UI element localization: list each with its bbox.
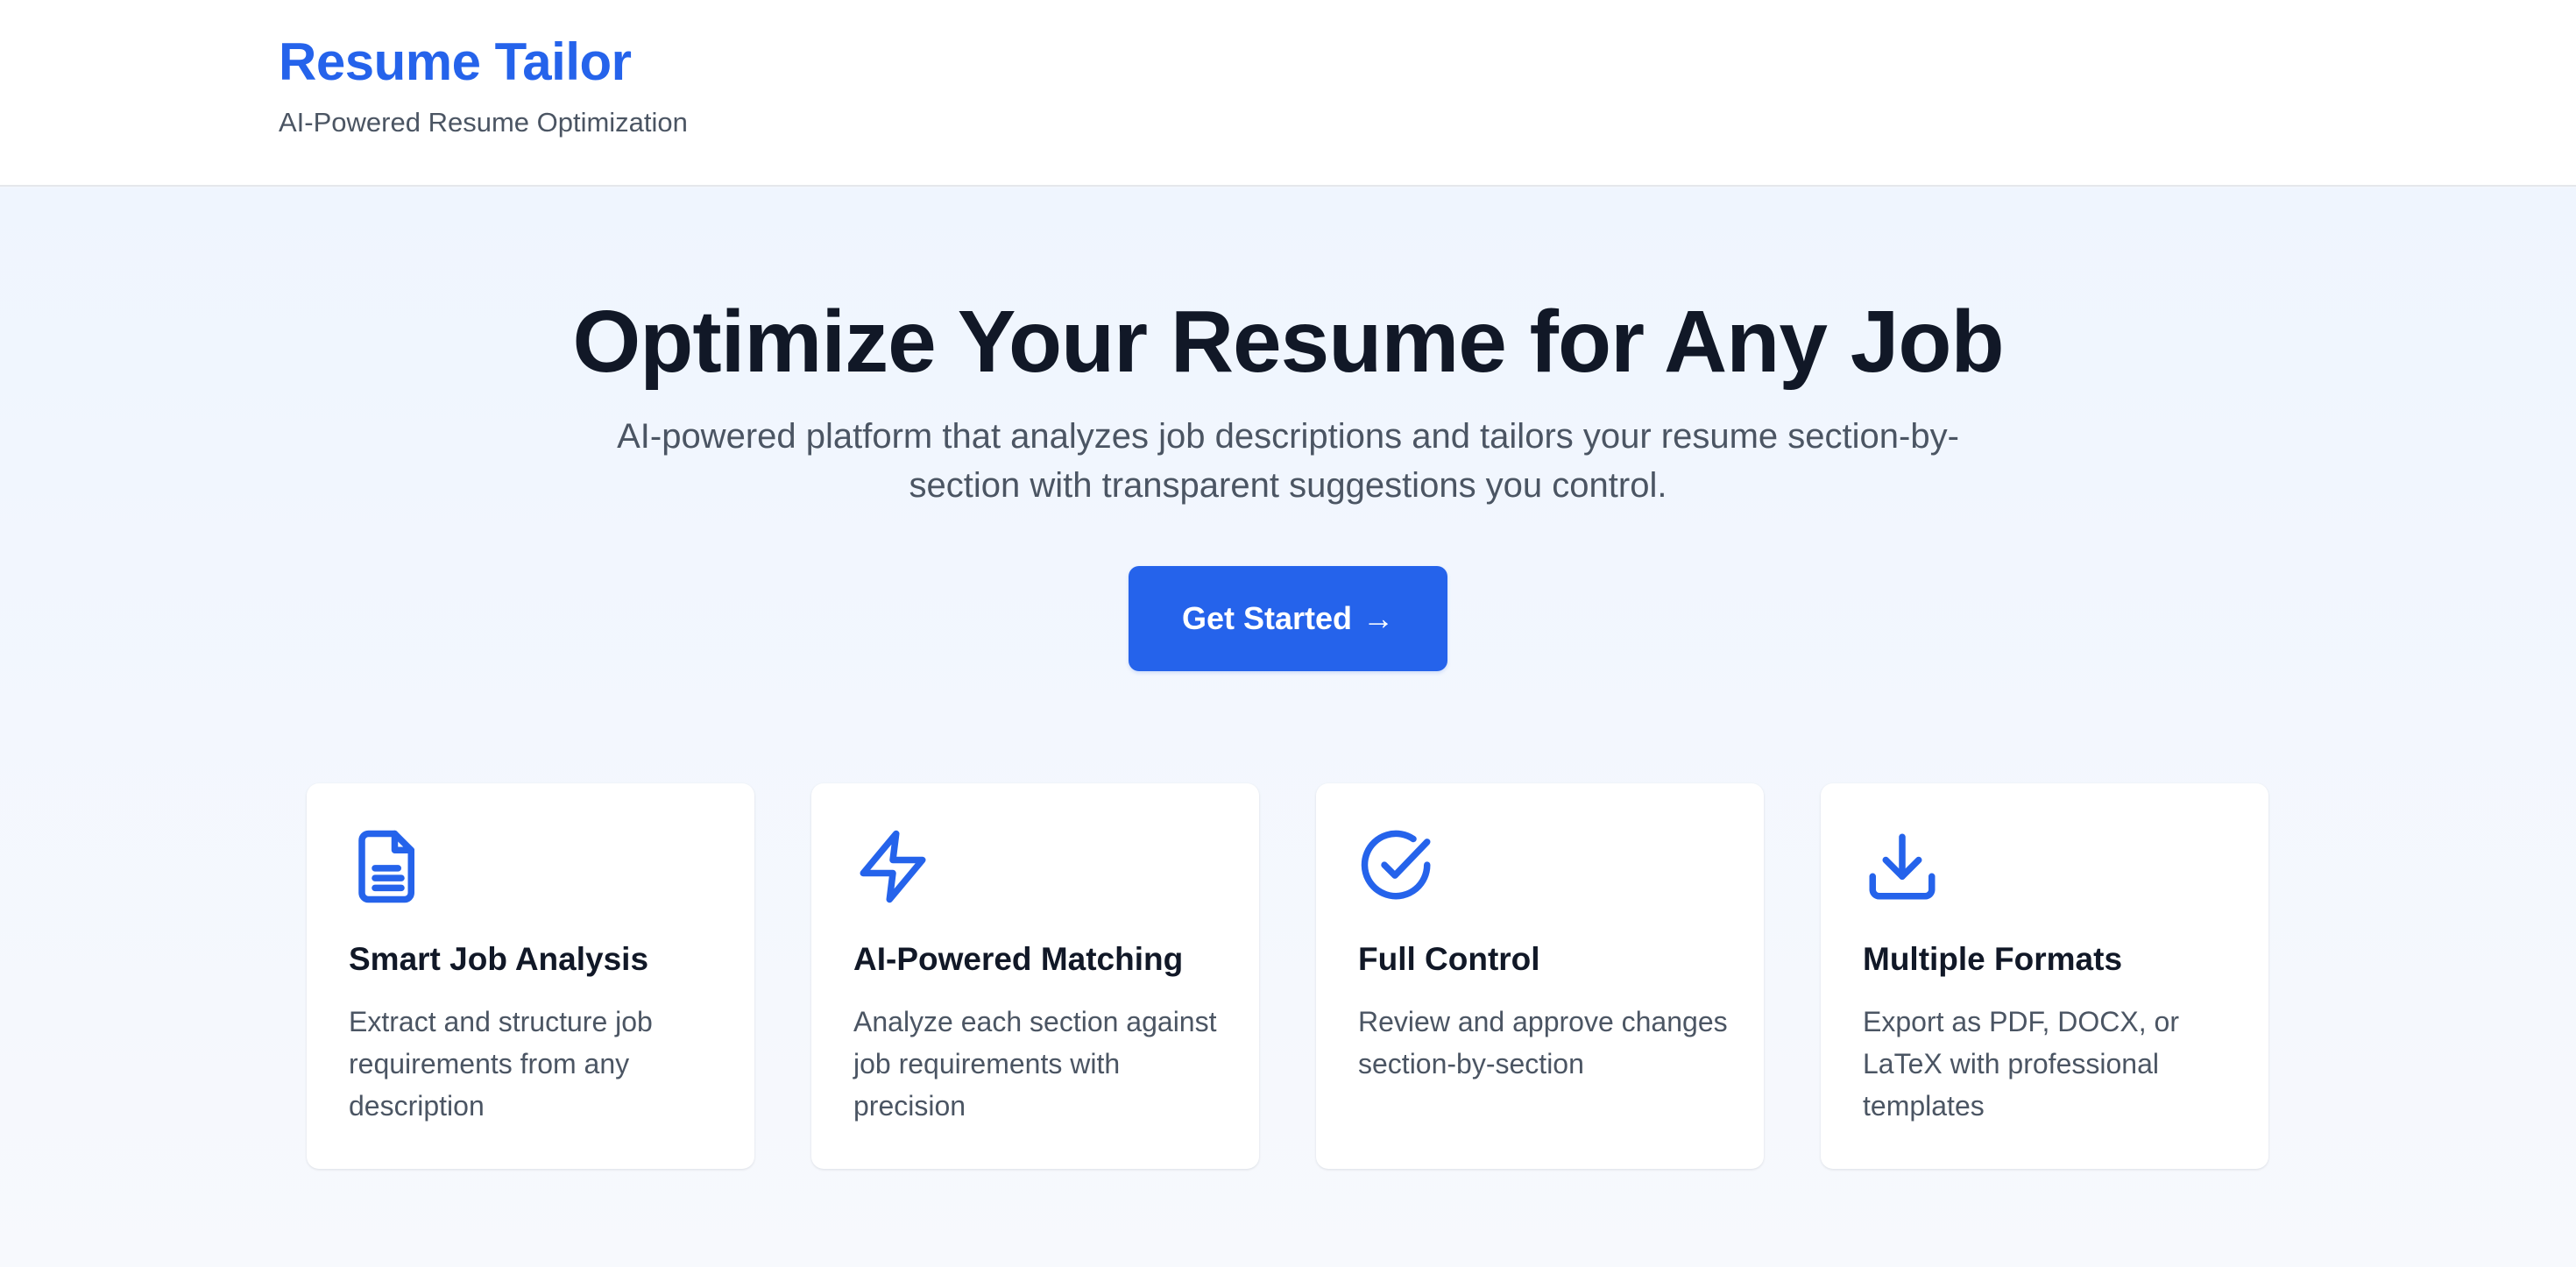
feature-card-smart-job-analysis: Smart Job Analysis Extract and structure… <box>307 783 754 1169</box>
get-started-button[interactable]: Get Started → <box>1129 566 1447 671</box>
arrow-right-icon: → <box>1362 600 1395 636</box>
document-icon <box>349 827 428 906</box>
brand-subtitle: AI-Powered Resume Optimization <box>279 107 688 138</box>
feature-card-multiple-formats: Multiple Formats Export as PDF, DOCX, or… <box>1821 783 2268 1169</box>
lightning-bolt-icon <box>853 827 932 906</box>
feature-card-ai-powered-matching: AI-Powered Matching Analyze each section… <box>811 783 1259 1169</box>
feature-description: Analyze each section against job require… <box>853 1006 1217 1122</box>
feature-card-full-control: Full Control Review and approve changes … <box>1316 783 1764 1169</box>
feature-title: Full Control <box>1358 941 1540 977</box>
feature-title: Smart Job Analysis <box>349 941 649 977</box>
feature-description: Extract and structure job requirements f… <box>349 1006 653 1122</box>
get-started-label: Get Started <box>1181 600 1353 636</box>
feature-title: Multiple Formats <box>1863 941 2123 977</box>
hero-title: Optimize Your Resume for Any Job <box>572 293 2004 391</box>
top-header: Resume Tailor AI-Powered Resume Optimiza… <box>0 0 2576 187</box>
brand-title[interactable]: Resume Tailor <box>279 32 632 92</box>
download-icon <box>1863 827 1942 906</box>
feature-description: Review and approve changes section-by-se… <box>1358 1006 1728 1079</box>
check-circle-icon <box>1358 827 1437 906</box>
feature-title: AI-Powered Matching <box>853 941 1184 977</box>
feature-description: Export as PDF, DOCX, or LaTeX with profe… <box>1863 1006 2179 1122</box>
hero-description: AI-powered platform that analyzes job de… <box>617 417 1959 505</box>
